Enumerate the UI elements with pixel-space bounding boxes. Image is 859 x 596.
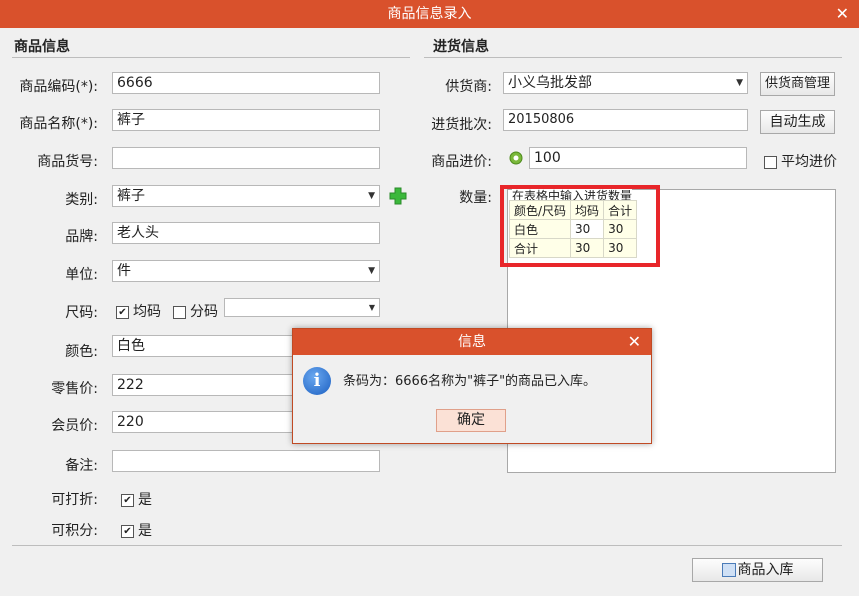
cost-label: 商品进价: <box>431 154 492 170</box>
chevron-down-icon: ▼ <box>368 266 375 276</box>
brand-label: 品牌: <box>65 229 98 245</box>
checkbox-unchecked-icon <box>764 155 777 169</box>
avg-cost-label: 平均进价 <box>781 154 837 170</box>
product-section-title: 商品信息 <box>14 39 70 55</box>
name-label: 商品名称(*): <box>19 116 98 132</box>
size-group-select[interactable]: ▼ <box>224 298 380 317</box>
avg-cost-checkbox[interactable]: 平均进价 <box>764 151 837 171</box>
ok-button[interactable]: 确定 <box>436 409 506 432</box>
divider <box>12 545 842 546</box>
sku-label: 商品货号: <box>37 154 98 170</box>
checkbox-checked-icon: ✔ <box>116 305 129 319</box>
window-title: 商品信息录入 <box>387 6 472 22</box>
points-check-label: 是 <box>138 523 152 539</box>
checkbox-checked-icon: ✔ <box>121 524 134 538</box>
size-label: 尺码: <box>65 305 98 321</box>
category-value: 裤子 <box>117 188 145 204</box>
discount-checkbox[interactable]: ✔ 是 <box>121 489 152 509</box>
unit-label: 单位: <box>65 267 98 283</box>
batch-input[interactable]: 20150806 <box>503 109 748 131</box>
qty-label: 数量: <box>459 190 492 206</box>
purchase-section-title: 进货信息 <box>433 39 489 55</box>
retail-label: 零售价: <box>51 381 98 397</box>
brand-input[interactable]: 老人头 <box>112 222 380 244</box>
checkbox-unchecked-icon <box>173 305 186 319</box>
unit-value: 件 <box>117 263 131 279</box>
supplier-label: 供货商: <box>445 79 492 95</box>
divider <box>12 57 410 58</box>
sku-input[interactable] <box>112 147 380 169</box>
chevron-down-icon: ▼ <box>368 191 375 201</box>
dialog-title: 信息 <box>458 334 486 350</box>
code-input[interactable]: 6666 <box>112 72 380 94</box>
size-split-checkbox[interactable]: 分码 <box>173 301 218 321</box>
supplier-select[interactable]: 小义乌批发部 ▼ <box>503 72 748 94</box>
close-icon[interactable]: ✕ <box>836 0 849 28</box>
note-input[interactable] <box>112 450 380 472</box>
close-icon[interactable]: ✕ <box>628 329 641 355</box>
note-label: 备注: <box>65 458 98 474</box>
dialog-titlebar: 信息 ✕ <box>293 329 651 355</box>
member-label: 会员价: <box>51 418 98 434</box>
highlight-box <box>500 185 660 267</box>
name-input[interactable]: 裤子 <box>112 109 380 131</box>
stock-in-icon <box>721 563 736 577</box>
discount-check-label: 是 <box>138 492 152 508</box>
code-label: 商品编码(*): <box>19 79 98 95</box>
category-label: 类别: <box>65 192 98 208</box>
size-uniform-label: 均码 <box>133 304 161 320</box>
gear-icon <box>508 150 524 166</box>
category-select[interactable]: 裤子 ▼ <box>112 185 380 207</box>
checkbox-checked-icon: ✔ <box>121 493 134 507</box>
unit-select[interactable]: 件 ▼ <box>112 260 380 282</box>
supplier-value: 小义乌批发部 <box>508 75 592 91</box>
color-label: 颜色: <box>65 344 98 360</box>
cost-input[interactable]: 100 <box>529 147 747 169</box>
size-split-label: 分码 <box>190 304 218 320</box>
submit-label: 商品入库 <box>737 562 794 578</box>
divider <box>424 57 842 58</box>
info-icon: i <box>303 367 331 395</box>
dialog-message: 条码为：6666名称为"裤子"的商品已入库。 <box>343 374 597 389</box>
points-checkbox[interactable]: ✔ 是 <box>121 520 152 540</box>
submit-button[interactable]: 商品入库 <box>692 558 823 582</box>
supplier-manage-button[interactable]: 供货商管理 <box>760 72 835 96</box>
chevron-down-icon: ▼ <box>368 303 375 312</box>
points-label: 可积分: <box>51 523 98 539</box>
auto-generate-button[interactable]: 自动生成 <box>760 110 835 134</box>
info-dialog: 信息 ✕ i 条码为：6666名称为"裤子"的商品已入库。 确定 <box>292 328 652 444</box>
window-titlebar: 商品信息录入 ✕ <box>0 0 859 28</box>
chevron-down-icon: ▼ <box>736 78 743 88</box>
size-uniform-checkbox[interactable]: ✔ 均码 <box>116 301 161 321</box>
batch-label: 进货批次: <box>431 117 492 133</box>
discount-label: 可打折: <box>51 492 98 508</box>
